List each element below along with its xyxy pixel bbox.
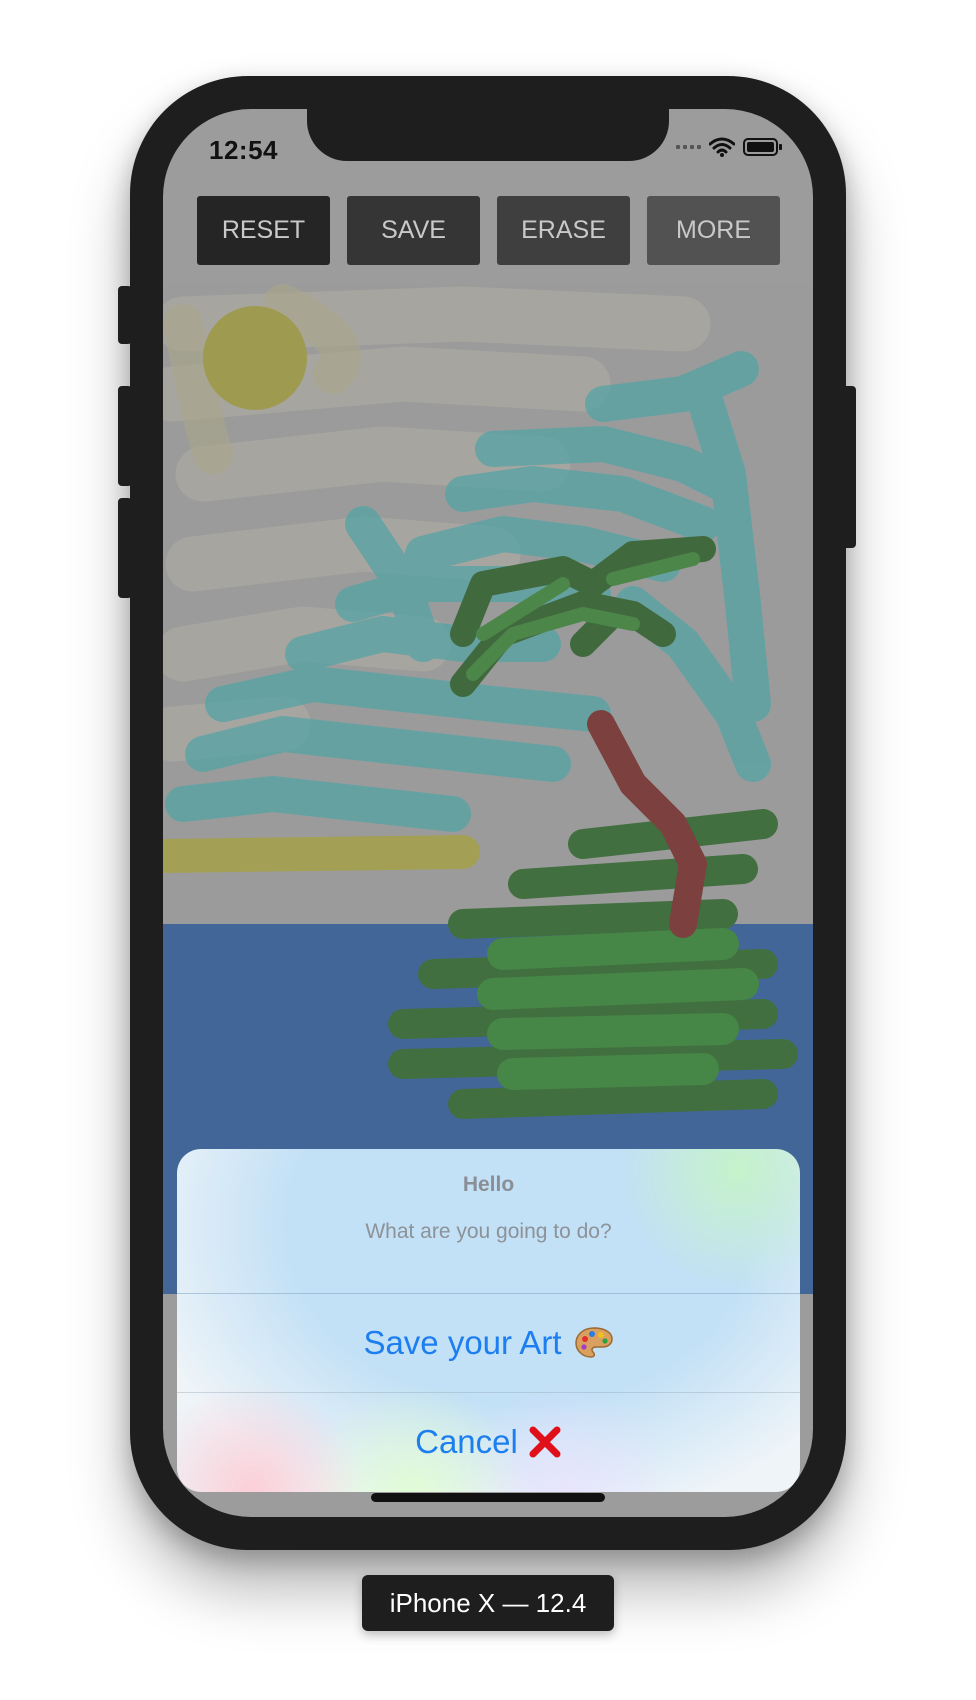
action-sheet-message: What are you going to do? (365, 1220, 612, 1243)
action-sheet-title: Hello (462, 1173, 515, 1196)
mute-switch (118, 286, 132, 344)
notch (307, 109, 669, 161)
save-art-action[interactable]: Save your Art (177, 1294, 800, 1392)
cancel-action[interactable]: Cancel (177, 1393, 800, 1491)
signal-icon (676, 145, 701, 149)
reset-button[interactable]: RESET (197, 196, 330, 265)
status-icons (676, 137, 783, 157)
action-sheet: Hello What are you going to do? Save you… (177, 1149, 800, 1492)
status-time: 12:54 (209, 135, 278, 165)
action-sheet-header: Hello What are you going to do? (177, 1149, 800, 1293)
iphone-frame: 12:54 RESET SAVE ERASE MORE Hello What a… (118, 76, 856, 1550)
more-button[interactable]: MORE (647, 196, 780, 265)
volume-up-button (118, 386, 132, 486)
screen: 12:54 RESET SAVE ERASE MORE Hello What a… (163, 109, 813, 1517)
save-button[interactable]: SAVE (347, 196, 480, 265)
home-indicator (371, 1493, 605, 1502)
battery-icon (743, 138, 782, 156)
power-button (842, 386, 856, 548)
drawing-canvas[interactable] (163, 284, 813, 1294)
toolbar: RESET SAVE ERASE MORE (197, 196, 780, 265)
save-art-label: Save your Art (363, 1324, 562, 1361)
cross-mark-icon (529, 1426, 561, 1458)
palette-icon (574, 1327, 613, 1358)
volume-down-button (118, 498, 132, 598)
device-label: iPhone X — 12.4 (362, 1575, 614, 1631)
wifi-icon (709, 137, 735, 157)
cancel-label: Cancel (415, 1423, 518, 1460)
erase-button[interactable]: ERASE (497, 196, 630, 265)
